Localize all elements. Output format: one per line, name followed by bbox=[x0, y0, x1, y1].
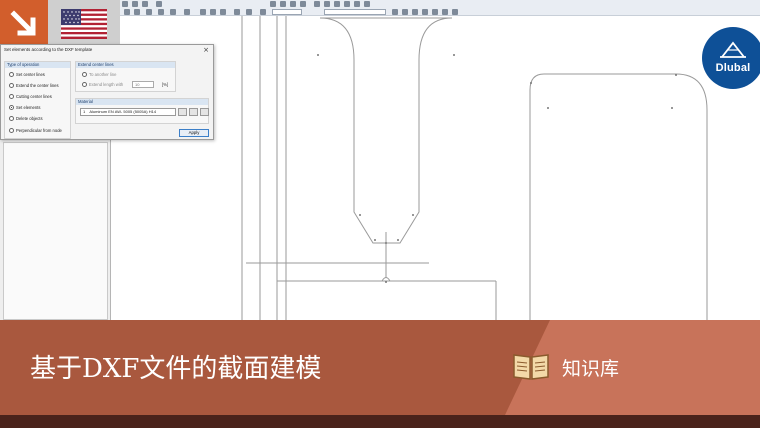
toolbar-button[interactable] bbox=[122, 1, 128, 7]
toolbar-button[interactable] bbox=[422, 9, 428, 15]
toolbar-button[interactable] bbox=[210, 9, 216, 15]
logo-text: Dlubal bbox=[715, 62, 751, 74]
radio-button[interactable] bbox=[9, 115, 14, 121]
radio-button[interactable] bbox=[9, 127, 14, 133]
material-edit-button[interactable] bbox=[200, 108, 209, 116]
material-group: Material 1 Aluminum EN AW- 5005 (5005A) … bbox=[75, 98, 209, 124]
toolbar-button[interactable] bbox=[156, 1, 162, 7]
material-select[interactable]: 1 Aluminum EN AW- 5005 (5005A) H14 bbox=[80, 108, 176, 116]
toolbar-button[interactable] bbox=[124, 9, 130, 15]
option-set-elements[interactable]: Set elements bbox=[9, 103, 40, 111]
material-new-button[interactable] bbox=[189, 108, 198, 116]
toolbar-button[interactable] bbox=[344, 1, 350, 7]
radio-button[interactable] bbox=[9, 82, 14, 88]
toolbar-button[interactable] bbox=[432, 9, 438, 15]
toolbar-button[interactable] bbox=[200, 9, 206, 15]
radio-button-selected[interactable] bbox=[9, 104, 14, 110]
toolbar-button[interactable] bbox=[158, 9, 164, 15]
toolbar-button[interactable] bbox=[314, 1, 320, 7]
toolbar-button[interactable] bbox=[452, 9, 458, 15]
toolbar-button[interactable] bbox=[134, 9, 140, 15]
toolbar-button[interactable] bbox=[246, 9, 252, 15]
option-label: Extend the center lines bbox=[16, 82, 59, 88]
toolbar-button[interactable] bbox=[354, 1, 360, 7]
toolbar-button[interactable] bbox=[392, 9, 398, 15]
toolbar-button[interactable] bbox=[334, 1, 340, 7]
toolbar-button[interactable] bbox=[280, 1, 286, 7]
toolbar-row-1 bbox=[110, 0, 760, 8]
toolbar-combo[interactable] bbox=[324, 9, 386, 15]
type-of-operation-group: Type of operation Set center lines Exten… bbox=[4, 61, 71, 139]
material-heading: Material bbox=[78, 99, 93, 104]
toolbar-button[interactable] bbox=[132, 1, 138, 7]
toolbar-button[interactable] bbox=[146, 9, 152, 15]
option-label: Perpendicular from node bbox=[16, 127, 62, 133]
length-unit: [%] bbox=[162, 82, 169, 87]
book-icon bbox=[513, 354, 549, 380]
option-label: Set center lines bbox=[16, 71, 45, 77]
toolbar-button[interactable] bbox=[260, 9, 266, 15]
toolbar-button[interactable] bbox=[300, 1, 306, 7]
toolbar-combo[interactable] bbox=[272, 9, 302, 15]
arrow-down-right-icon bbox=[0, 0, 48, 48]
option-label: Delete objects bbox=[16, 115, 43, 121]
extend-center-lines-group: Extend center lines To another line Exte… bbox=[75, 61, 176, 92]
toolbar-button[interactable] bbox=[220, 9, 226, 15]
radio-button[interactable] bbox=[82, 71, 87, 77]
apply-button[interactable]: Apply bbox=[179, 129, 209, 137]
toolbar-button[interactable] bbox=[270, 1, 276, 7]
material-number: 1 bbox=[83, 109, 86, 114]
extend-center-lines-heading: Extend center lines bbox=[78, 62, 114, 67]
option-set-center-lines[interactable]: Set center lines bbox=[9, 70, 45, 78]
extend-length-input[interactable]: 10 bbox=[132, 81, 154, 88]
title-banner: 基于DXF文件的截面建模 知识库 bbox=[0, 320, 760, 415]
option-label: To another line bbox=[89, 71, 117, 77]
bridge-icon bbox=[720, 41, 746, 58]
dlubal-logo: Dlubal bbox=[702, 27, 760, 89]
toolbar-button[interactable] bbox=[402, 9, 408, 15]
toolbar-button[interactable] bbox=[442, 9, 448, 15]
radio-button[interactable] bbox=[82, 81, 87, 87]
option-perpendicular-from-node[interactable]: Perpendicular from node bbox=[9, 126, 62, 134]
dxf-template-dialog: Set elements according to the DXF templa… bbox=[0, 44, 214, 140]
banner-title: 基于DXF文件的截面建模 bbox=[30, 354, 322, 384]
option-label: Extend length with bbox=[89, 81, 124, 87]
option-extend-length-with[interactable]: Extend length with bbox=[82, 80, 123, 88]
option-delete-objects[interactable]: Delete objects bbox=[9, 114, 43, 122]
option-label: Set elements bbox=[16, 104, 41, 110]
type-of-operation-heading: Type of operation bbox=[7, 62, 40, 67]
footer-bar bbox=[0, 415, 760, 428]
toolbar-row-2 bbox=[110, 8, 760, 16]
toolbar-button[interactable] bbox=[234, 9, 240, 15]
us-flag-icon bbox=[48, 0, 120, 48]
toolbar bbox=[110, 0, 760, 16]
toolbar-button[interactable] bbox=[324, 1, 330, 7]
material-library-button[interactable] bbox=[178, 108, 187, 116]
toolbar-button[interactable] bbox=[364, 1, 370, 7]
option-extend-center-lines[interactable]: Extend the center lines bbox=[9, 81, 59, 89]
option-cutting-center-lines[interactable]: Cutting center lines bbox=[9, 92, 52, 100]
toolbar-button[interactable] bbox=[170, 9, 176, 15]
radio-button[interactable] bbox=[9, 71, 14, 77]
option-label: Cutting center lines bbox=[16, 93, 52, 99]
material-name: Aluminum EN AW- 5005 (5005A) H14 bbox=[89, 109, 157, 114]
dialog-title: Set elements according to the DXF templa… bbox=[4, 47, 93, 52]
option-to-another-line[interactable]: To another line bbox=[82, 70, 116, 78]
navigator-tree[interactable] bbox=[3, 142, 108, 320]
close-icon[interactable]: × bbox=[203, 46, 209, 54]
knowledge-base-label[interactable]: 知识库 bbox=[562, 354, 619, 381]
toolbar-button[interactable] bbox=[290, 1, 296, 7]
toolbar-button[interactable] bbox=[412, 9, 418, 15]
radio-button[interactable] bbox=[9, 93, 14, 99]
toolbar-button[interactable] bbox=[184, 9, 190, 15]
toolbar-button[interactable] bbox=[142, 1, 148, 7]
